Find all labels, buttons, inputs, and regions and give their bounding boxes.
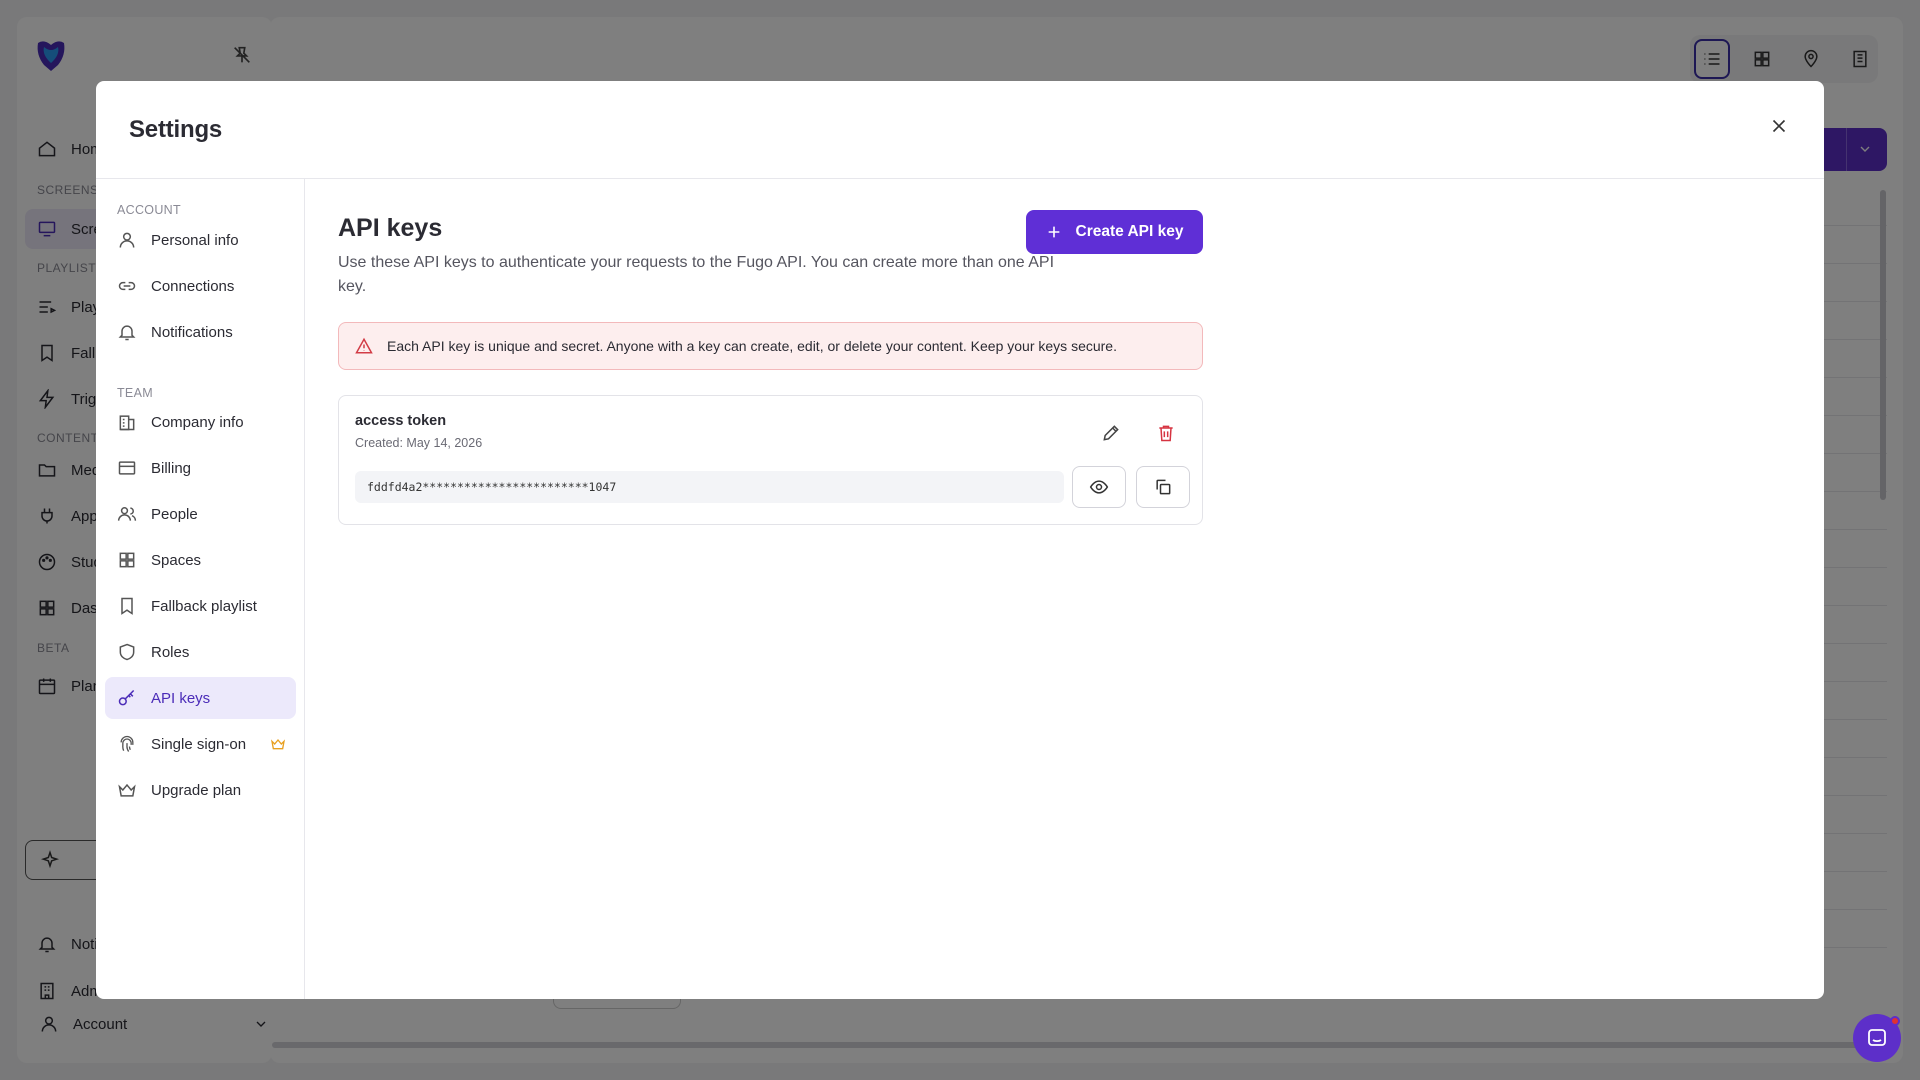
close-icon [1772, 119, 1786, 133]
nav-item-label: Roles [151, 643, 190, 661]
nav-item-label: Company info [151, 413, 244, 431]
key-icon [118, 689, 135, 706]
link-icon [118, 281, 136, 291]
create-api-key-label: Create API key [1075, 223, 1184, 240]
modal-header: Settings [96, 81, 1824, 179]
nav-item-notifications[interactable]: Notifications [105, 311, 296, 353]
create-api-key-button[interactable]: Create API key [1026, 210, 1203, 254]
delete-key-button[interactable] [1153, 420, 1179, 446]
nav-group-team: TEAM [117, 386, 153, 400]
api-key-card: access token Created: May 14, 2026 fddfd… [338, 395, 1203, 525]
modal-title: Settings [129, 116, 223, 143]
api-key-created-date: Created: May 14, 2026 [355, 436, 483, 450]
nav-item-label: Notifications [151, 323, 233, 341]
nav-item-fallback-playlist[interactable]: Fallback playlist [105, 585, 296, 627]
api-keys-panel: API keys Use these API keys to authentic… [306, 179, 1824, 999]
nav-item-api-keys[interactable]: API keys [105, 677, 296, 719]
settings-modal: Settings ACCOUNT Personal info Connectio… [96, 81, 1824, 999]
nav-item-personal-info[interactable]: Personal info [105, 219, 296, 261]
nav-item-people[interactable]: People [105, 493, 296, 535]
nav-item-single-sign-on[interactable]: Single sign-on [105, 723, 296, 765]
eye-icon [1089, 480, 1109, 494]
support-chat-button[interactable] [1853, 1014, 1901, 1062]
grid-icon [119, 552, 135, 568]
user-icon [119, 232, 135, 248]
nav-item-upgrade-plan[interactable]: Upgrade plan [105, 769, 296, 811]
credit-card-icon [118, 461, 136, 475]
crown-icon [118, 783, 136, 797]
settings-nav: ACCOUNT Personal info Connections Notifi… [96, 179, 305, 999]
bookmark-icon [121, 597, 133, 615]
chat-icon [1868, 1029, 1886, 1046]
nav-item-label: Connections [151, 277, 235, 295]
section-title: API keys [338, 214, 443, 242]
nav-item-label: Spaces [151, 551, 202, 569]
nav-item-label: Upgrade plan [151, 781, 242, 799]
nav-item-label: Fallback playlist [151, 597, 257, 615]
plus-icon [1048, 226, 1059, 238]
copy-icon [1156, 479, 1171, 495]
shield-icon [119, 643, 135, 661]
alert-text: Each API key is unique and secret. Anyon… [387, 338, 1117, 354]
users-icon [117, 507, 137, 521]
nav-item-label: People [151, 505, 198, 523]
nav-item-label: Personal info [151, 231, 239, 249]
reveal-key-button[interactable] [1072, 466, 1126, 508]
edit-key-button[interactable] [1098, 420, 1124, 446]
bell-icon [118, 325, 136, 341]
section-description: Use these API keys to authenticate your … [338, 254, 1055, 295]
nav-group-account: ACCOUNT [117, 203, 181, 217]
nav-item-spaces[interactable]: Spaces [105, 539, 296, 581]
nav-item-roles[interactable]: Roles [105, 631, 296, 673]
nav-item-company-info[interactable]: Company info [105, 401, 296, 443]
close-button[interactable] [1768, 115, 1790, 137]
nav-item-label: Single sign-on [151, 735, 247, 753]
nav-item-label: API keys [151, 689, 211, 707]
nav-item-billing[interactable]: Billing [105, 447, 296, 489]
nav-item-connections[interactable]: Connections [105, 265, 296, 307]
api-key-value: fddfd4a2************************1047 [355, 471, 1064, 503]
trash-icon [1159, 425, 1173, 442]
nav-item-label: Billing [151, 459, 192, 477]
unread-badge [1890, 1016, 1900, 1026]
warning-icon [355, 337, 373, 354]
crown-icon [270, 738, 286, 750]
building-icon [119, 415, 135, 431]
pencil-icon [1103, 425, 1119, 441]
api-key-name: access token [355, 413, 447, 429]
security-warning-alert: Each API key is unique and secret. Anyon… [338, 322, 1203, 370]
fingerprint-icon [120, 735, 134, 752]
copy-key-button[interactable] [1136, 466, 1190, 508]
